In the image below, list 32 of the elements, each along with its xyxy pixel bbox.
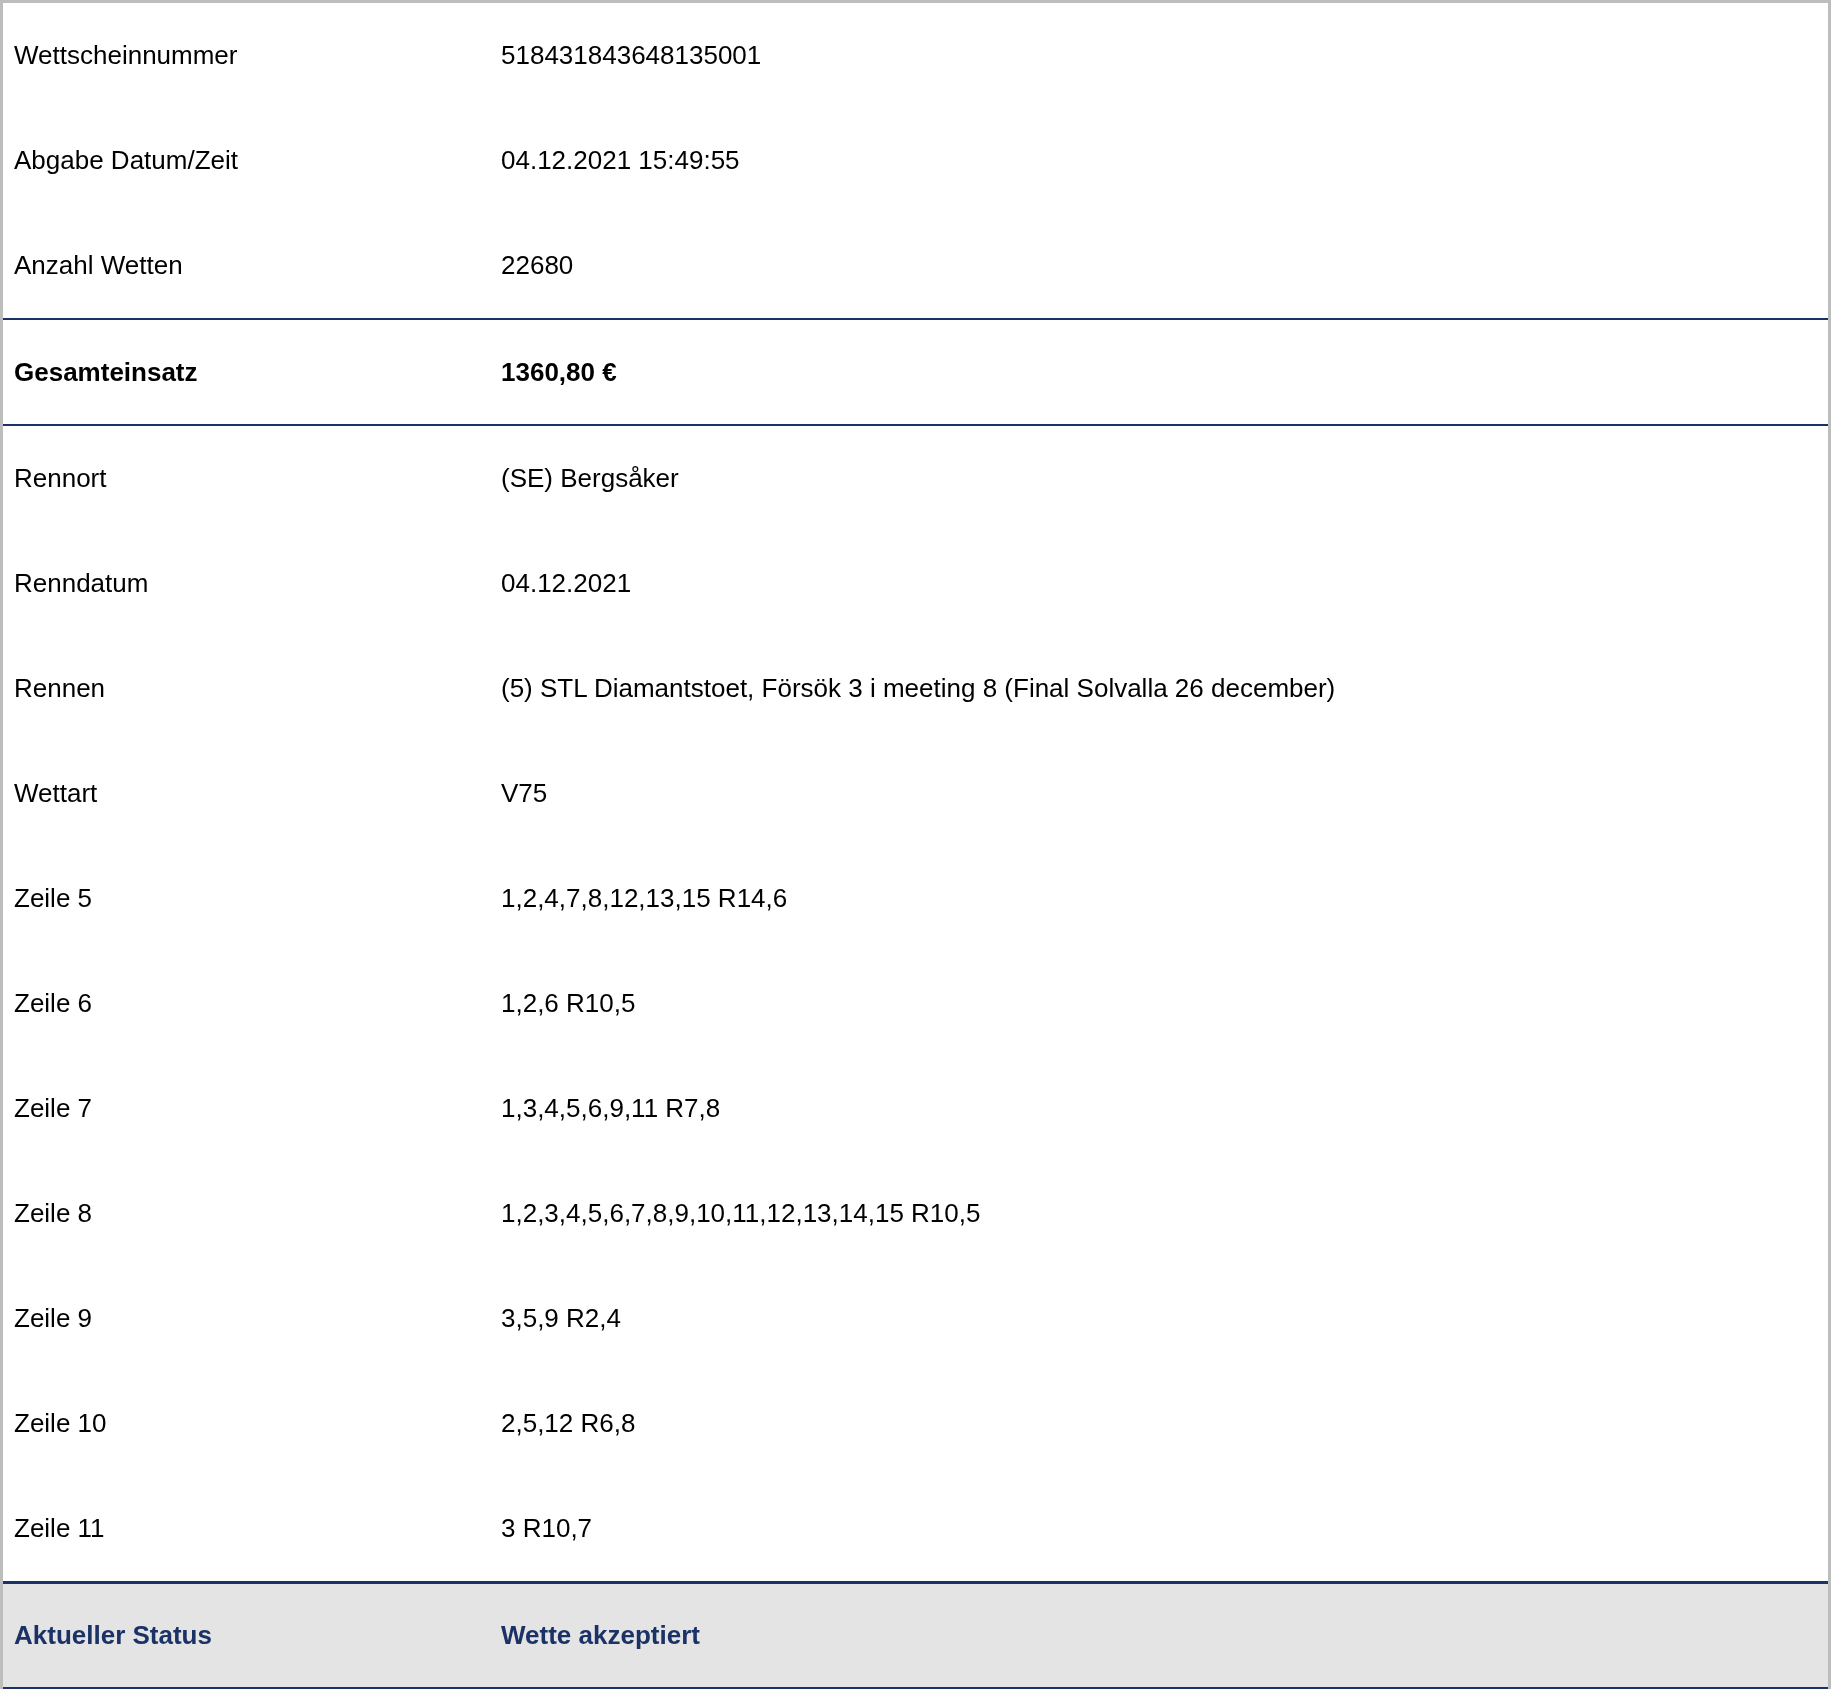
field-label: Zeile 9 (14, 1303, 93, 1333)
field-label: Anzahl Wetten (14, 250, 183, 280)
field-label: Zeile 6 (14, 988, 93, 1018)
field-value: (5) STL Diamantstoet, Försök 3 i meeting 8 (Final Solvalla 26 december) (501, 673, 1336, 703)
field-label: Abgabe Datum/Zeit (14, 145, 238, 175)
field-label: Zeile 11 (14, 1513, 105, 1543)
field-value: 22680 (501, 250, 574, 280)
status-label: Aktueller Status (14, 1620, 212, 1650)
field-value: (SE) Bergsåker (501, 463, 679, 493)
field-value: 1,2,4,7,8,12,13,15 R14,6 (501, 883, 788, 913)
field-label: Renndatum (14, 568, 149, 598)
field-value: 1,2,3,4,5,6,7,8,9,10,11,12,13,14,15 R10,5 (501, 1198, 981, 1228)
field-label: Rennen (14, 673, 106, 703)
field-value: 1,3,4,5,6,9,11 R7,8 (501, 1093, 721, 1123)
field-value: 3 R10,7 (501, 1513, 593, 1543)
field-value: 1,2,6 R10,5 (501, 988, 636, 1018)
field-label: Zeile 5 (14, 883, 93, 913)
field-label: Zeile 7 (14, 1093, 93, 1123)
field-value: 2,5,12 R6,8 (501, 1408, 636, 1438)
status-value: Wette akzeptiert (501, 1620, 700, 1650)
field-value: 04.12.2021 15:49:55 (501, 145, 740, 175)
total-value: 1360,80 € (501, 356, 617, 387)
field-label: Wettart (14, 778, 98, 808)
field-label: Zeile 8 (14, 1198, 93, 1228)
field-value: 3,5,9 R2,4 (501, 1303, 621, 1333)
total-label: Gesamteinsatz (14, 356, 198, 387)
field-label: Zeile 10 (14, 1408, 107, 1438)
field-value: 518431843648135001 (501, 40, 762, 70)
field-value: 04.12.2021 (501, 568, 632, 598)
field-label: Rennort (14, 463, 107, 493)
field-label: Wettscheinnummer (14, 40, 238, 70)
field-value: V75 (501, 778, 548, 808)
